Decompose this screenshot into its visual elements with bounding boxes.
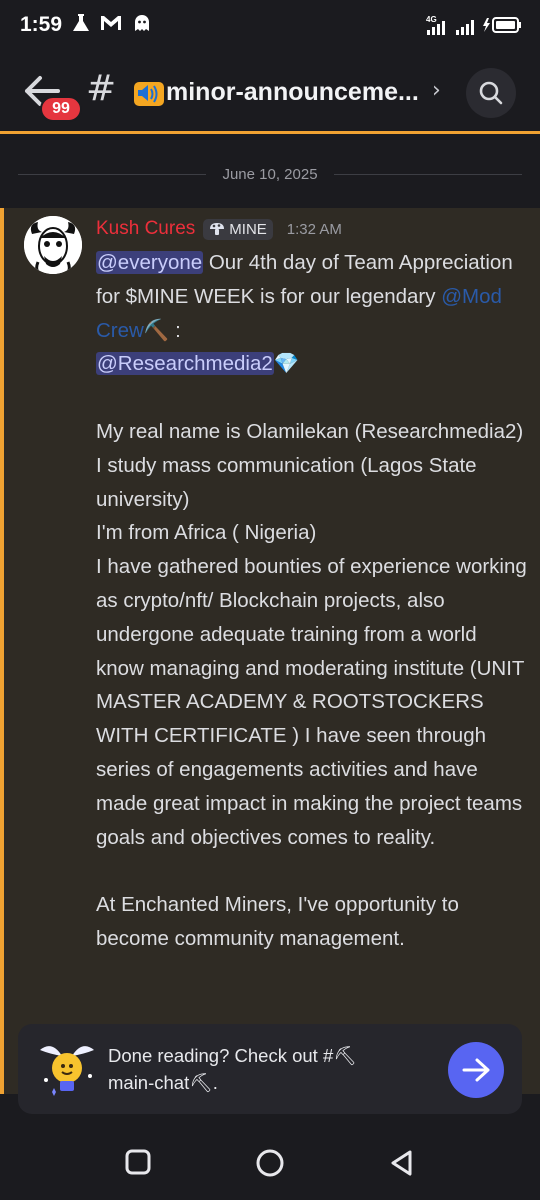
search-button[interactable] <box>466 68 516 118</box>
signal-icon <box>456 20 474 35</box>
message-item[interactable]: Kush Cures MINE 1:32 AM @everyone Our 4t… <box>0 208 540 1094</box>
message-paragraph: I'm from Africa ( Nigeria) <box>96 521 317 545</box>
message-paragraph: At Enchanted Miners, I've opportunity to… <box>96 893 459 950</box>
status-time: 1:59 <box>20 13 63 36</box>
mention-user[interactable]: @Researchmedia2 <box>96 352 274 376</box>
gmail-icon <box>100 14 122 36</box>
go-to-channel-button[interactable] <box>448 1042 504 1098</box>
author-name[interactable]: Kush Cures <box>96 218 195 240</box>
triangle-back-icon <box>391 1150 412 1176</box>
date-label: June 10, 2025 <box>222 165 318 183</box>
message-text: : <box>169 318 181 342</box>
signal-icon: 4G <box>426 15 445 35</box>
mushroom-icon <box>210 223 225 235</box>
lightbulb-icon <box>32 1036 102 1102</box>
banner-text: Done reading? Check out #⛏ main-chat⛏. <box>108 1042 408 1096</box>
svg-text:4G: 4G <box>426 15 437 24</box>
status-bar: 1:59 4G <box>0 0 540 50</box>
square-icon <box>125 1149 151 1175</box>
back-nav-button[interactable] <box>388 1148 418 1178</box>
avatar[interactable] <box>24 216 82 274</box>
speaker-icon <box>133 78 165 108</box>
hash-icon: # <box>86 68 117 109</box>
mention-everyone[interactable]: @everyone <box>96 251 204 274</box>
arrow-right-icon <box>462 1058 490 1082</box>
search-icon <box>479 81 503 105</box>
role-tag[interactable]: MINE <box>203 218 273 240</box>
message-body: @everyone Our 4th day of Team Appreciati… <box>96 246 528 956</box>
pick-emoji: ⛏️ <box>143 318 170 342</box>
channel-name[interactable]: minor-announceme... <box>166 78 419 107</box>
unread-badge: 99 <box>40 96 82 122</box>
message-time: 1:32 AM <box>286 220 342 238</box>
message-header: Kush Cures MINE 1:32 AM <box>96 218 342 240</box>
banner-line: Done reading? Check out #⛏ <box>108 1045 357 1066</box>
message-list[interactable]: June 10, 2025 Kush Cures MINE 1:32 AM @e… <box>0 134 540 1094</box>
status-right: 4G <box>424 14 522 36</box>
chevron-right-icon[interactable]: › <box>432 78 441 103</box>
gem-emoji: 💎 <box>273 352 300 376</box>
channel-header: 99 # minor-announceme... › <box>0 56 540 128</box>
recents-button[interactable] <box>124 1148 154 1178</box>
date-separator: June 10, 2025 <box>18 164 522 184</box>
message-paragraph: I have gathered bounties of experience w… <box>96 555 527 849</box>
home-button[interactable] <box>255 1148 285 1178</box>
banner-line: main-chat⛏. <box>108 1072 218 1093</box>
status-left: 1:59 <box>20 13 152 37</box>
circle-icon <box>256 1149 284 1177</box>
ghost-icon <box>132 13 152 37</box>
system-navbar <box>0 1126 540 1200</box>
message-paragraph: @everyone Our 4th day of Team Appreciati… <box>96 246 528 381</box>
role-tag-label: MINE <box>229 220 267 238</box>
done-reading-banner[interactable]: Done reading? Check out #⛏ main-chat⛏. <box>18 1024 522 1114</box>
battery-charging-icon <box>483 17 521 33</box>
flask-icon <box>72 13 90 37</box>
message-paragraph: I study mass communication (Lagos State … <box>96 453 477 511</box>
message-paragraph: My real name is Olamilekan (Researchmedi… <box>96 419 524 443</box>
